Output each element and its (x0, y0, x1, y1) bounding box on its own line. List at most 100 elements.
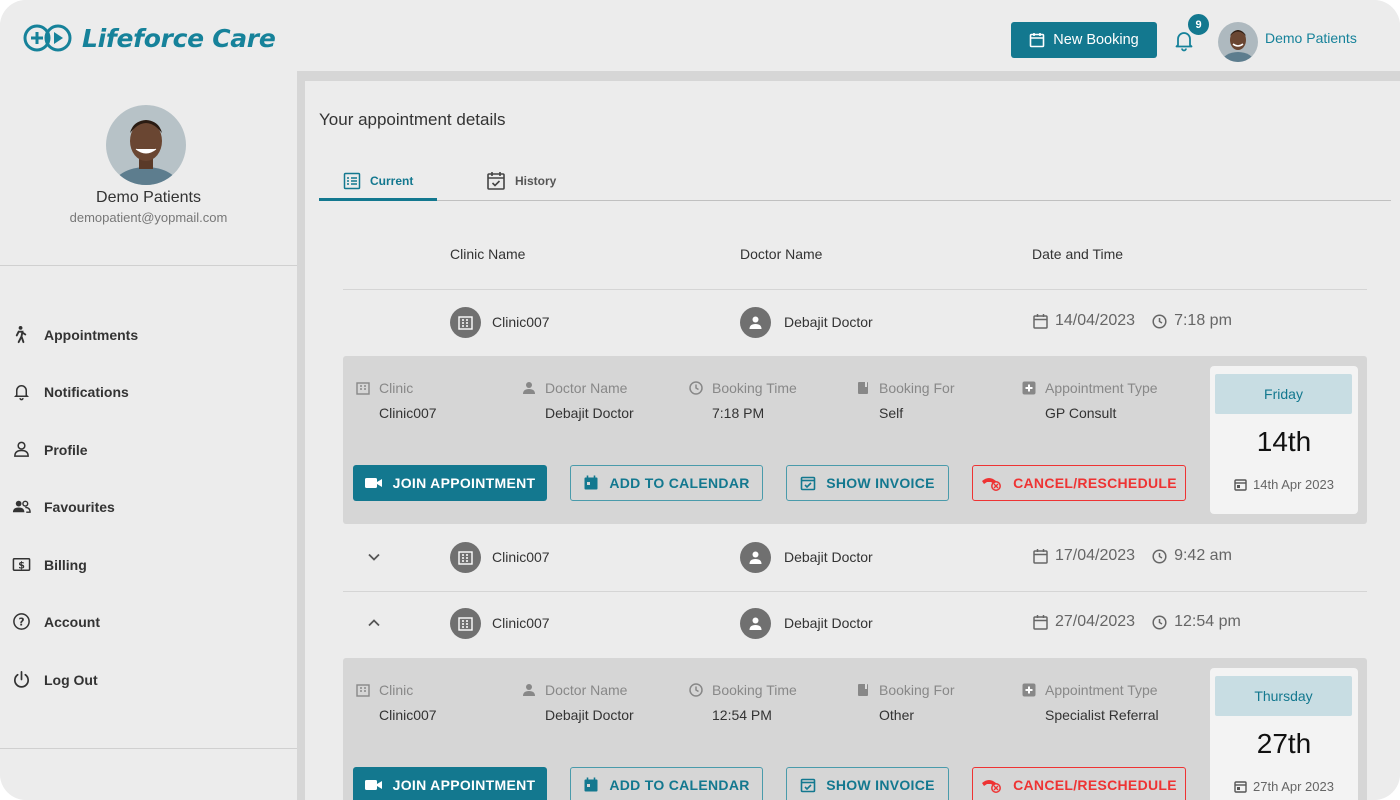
profile-email: demopatient@yopmail.com (69, 210, 228, 225)
header-avatar[interactable] (1218, 22, 1258, 62)
app-logo[interactable]: Lifeforce Care (22, 22, 276, 54)
detail-label: Booking For (879, 682, 955, 698)
tab-bar: Current History (319, 161, 1391, 201)
app-frame: Lifeforce Care New Booking 9 Demo Patien… (0, 0, 1400, 800)
clock-icon (689, 381, 703, 395)
sidebar-item-profile[interactable]: Profile (12, 440, 88, 459)
date-card: Friday 14th 14th Apr 2023 (1210, 366, 1358, 514)
sidebar-separator (297, 71, 305, 800)
detail-clinic: Clinic Clinic007 (355, 682, 437, 723)
detail-appointment-type: Appointment Type Specialist Referral (1021, 682, 1159, 723)
detail-value: Clinic007 (379, 707, 437, 723)
sidebar-item-logout[interactable]: Log Out (12, 670, 98, 689)
appointment-detail-panel: Clinic Clinic007 Doctor Name Debajit Doc… (343, 658, 1367, 800)
button-label: SHOW INVOICE (826, 777, 935, 793)
building-icon (450, 542, 481, 573)
detail-doctor: Doctor Name Debajit Doctor (521, 380, 634, 421)
sidebar-item-label: Log Out (44, 671, 98, 688)
sidebar-item-appointments[interactable]: Appointments (12, 325, 138, 344)
calendar-icon (1033, 313, 1048, 329)
tab-history[interactable]: History (486, 161, 556, 200)
detail-clinic: Clinic Clinic007 (355, 380, 437, 421)
sidebar-item-label: Notifications (44, 383, 129, 400)
show-invoice-button[interactable]: SHOW INVOICE (786, 465, 949, 501)
button-label: JOIN APPOINTMENT (392, 777, 536, 793)
calendar-icon (584, 777, 598, 792)
add-to-calendar-button[interactable]: ADD TO CALENDAR (570, 767, 763, 800)
detail-label: Doctor Name (545, 380, 628, 396)
table-row[interactable]: Clinic007 Debajit Doctor 27/04/2023 12:5… (343, 601, 1367, 645)
table-row[interactable]: Clinic007 Debajit Doctor 17/04/2023 9:42… (343, 535, 1367, 579)
calendar-icon (1033, 548, 1048, 564)
sidebar-item-label: Account (44, 613, 100, 630)
person-icon (523, 684, 535, 696)
tab-current[interactable]: Current (343, 161, 413, 200)
calendar-icon (1234, 479, 1247, 491)
appointment-datetime: 27/04/2023 12:54 pm (1032, 613, 1241, 631)
new-booking-button[interactable]: New Booking (1011, 22, 1157, 58)
cancel-reschedule-button[interactable]: CANCEL/RESCHEDULE (972, 465, 1186, 501)
add-to-calendar-button[interactable]: ADD TO CALENDAR (570, 465, 763, 501)
join-appointment-button[interactable]: JOIN APPOINTMENT (353, 465, 547, 501)
bell-icon (13, 385, 30, 401)
join-appointment-button[interactable]: JOIN APPOINTMENT (353, 767, 547, 800)
sidebar-item-label: Appointments (44, 326, 139, 343)
detail-label: Booking Time (712, 682, 797, 698)
book-icon (858, 382, 868, 394)
sidebar: Demo Patients demopatient@yopmail.com Ap… (0, 71, 297, 800)
calendar-icon (584, 475, 598, 490)
sidebar-divider (0, 748, 297, 749)
sidebar-item-billing[interactable]: $ Billing (12, 555, 87, 574)
sidebar-divider (0, 265, 297, 266)
full-date: 14th Apr 2023 (1210, 477, 1358, 492)
medical-plus-icon (1022, 683, 1036, 697)
detail-doctor: Doctor Name Debajit Doctor (521, 682, 634, 723)
sidebar-item-favourites[interactable]: Favourites (12, 497, 115, 516)
show-invoice-button[interactable]: SHOW INVOICE (786, 767, 949, 800)
detail-label: Appointment Type (1045, 682, 1158, 698)
column-header-datetime: Date and Time (1032, 246, 1124, 262)
video-camera-icon (364, 780, 382, 790)
column-header-doctor: Doctor Name (740, 246, 823, 262)
clinic-name: Clinic007 (492, 314, 550, 330)
detail-label: Clinic (379, 682, 414, 698)
page-title: Your appointment details (319, 110, 506, 129)
detail-value: Debajit Doctor (545, 405, 634, 421)
day-name: Friday (1215, 374, 1352, 414)
help-circle-icon: ? (13, 613, 30, 630)
cancel-phone-icon (982, 780, 1002, 793)
cancel-reschedule-button[interactable]: CANCEL/RESCHEDULE (972, 767, 1186, 800)
table-row[interactable]: Clinic007 Debajit Doctor 14/04/2023 7:18… (343, 300, 1367, 344)
button-label: CANCEL/RESCHEDULE (1013, 777, 1177, 793)
header-user-name[interactable]: Demo Patients (1265, 30, 1357, 46)
svg-text:$: $ (18, 560, 25, 571)
detail-value: GP Consult (1045, 405, 1117, 421)
tab-label: History (515, 173, 557, 188)
appointment-time: 9:42 am (1174, 547, 1232, 564)
sidebar-item-account[interactable]: ? Account (12, 612, 100, 631)
power-icon (14, 671, 29, 688)
building-icon (450, 307, 481, 338)
chevron-up-icon[interactable] (365, 614, 383, 632)
clinic-name: Clinic007 (492, 549, 550, 565)
doctor-avatar-icon (740, 608, 771, 639)
clinic-name: Clinic007 (492, 615, 550, 631)
active-tab-indicator (319, 198, 437, 201)
appointment-time: 7:18 pm (1174, 312, 1232, 329)
building-icon (356, 382, 370, 395)
logo-icon (23, 24, 72, 52)
sidebar-item-notifications[interactable]: Notifications (12, 382, 129, 401)
button-label: ADD TO CALENDAR (609, 777, 750, 793)
full-date: 27th Apr 2023 (1210, 779, 1358, 794)
button-label: SHOW INVOICE (826, 475, 935, 491)
clock-icon (1152, 313, 1167, 329)
chevron-down-icon[interactable] (365, 548, 383, 566)
doctor-avatar-icon (740, 307, 771, 338)
detail-booking-for: Booking For Self (855, 380, 954, 421)
calendar-check-icon (800, 778, 816, 793)
detail-label: Booking For (879, 380, 955, 396)
detail-value: Self (879, 405, 904, 421)
date-card: Thursday 27th 27th Apr 2023 (1210, 668, 1358, 800)
full-date-text: 14th Apr 2023 (1253, 477, 1334, 492)
svg-text:?: ? (18, 616, 24, 628)
